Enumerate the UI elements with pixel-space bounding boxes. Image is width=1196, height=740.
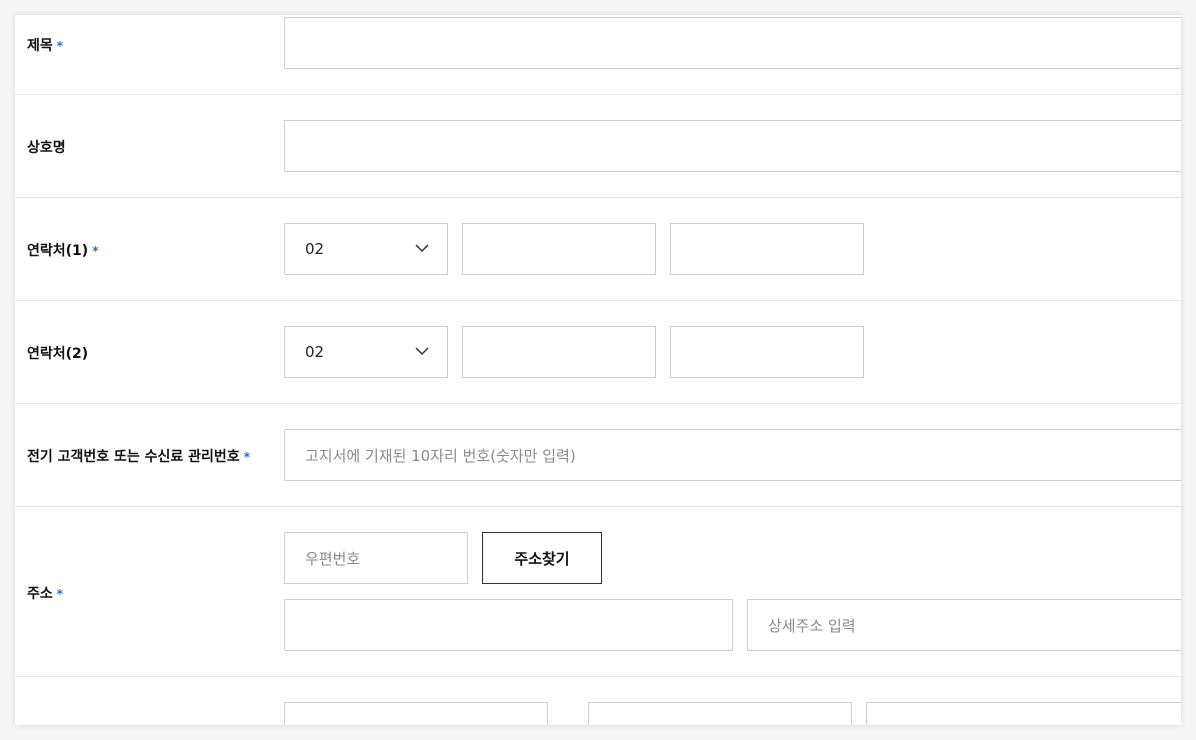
postcode-input[interactable]: 우편번호 bbox=[284, 532, 468, 584]
required-mark: * bbox=[56, 39, 64, 53]
contact2-label-text: 연락처(2) bbox=[27, 346, 89, 362]
postcode-placeholder: 우편번호 bbox=[305, 549, 361, 568]
row-contact1: 연락처(1) * 02 bbox=[15, 198, 1181, 301]
company-input[interactable] bbox=[284, 120, 1181, 172]
address-search-button[interactable]: 주소찾기 bbox=[482, 532, 602, 584]
row-contact2: 연락처(2) 02 bbox=[15, 301, 1181, 404]
contact2-middle-input[interactable] bbox=[462, 326, 656, 378]
detail-address-input[interactable]: 상세주소 입력 bbox=[747, 599, 1181, 651]
detail-address-placeholder: 상세주소 입력 bbox=[768, 616, 856, 635]
customer-no-label-text: 전기 고객번호 또는 수신료 관리번호 bbox=[27, 449, 240, 465]
required-mark: * bbox=[56, 587, 64, 601]
email-domain-input[interactable] bbox=[588, 702, 852, 725]
title-input[interactable] bbox=[284, 17, 1181, 69]
title-label: 제목 * bbox=[27, 35, 63, 55]
email-domain-select[interactable] bbox=[866, 702, 1181, 725]
company-label: 상호명 bbox=[27, 137, 66, 157]
chevron-down-icon bbox=[415, 244, 429, 253]
base-address-input[interactable] bbox=[284, 599, 733, 651]
contact1-label: 연락처(1) * bbox=[27, 240, 98, 260]
customer-no-input[interactable]: 고지서에 기재된 10자리 번호(숫자만 입력) bbox=[284, 429, 1181, 481]
contact1-middle-input[interactable] bbox=[462, 223, 656, 275]
contact1-area-select[interactable]: 02 bbox=[284, 223, 448, 275]
title-label-text: 제목 bbox=[27, 38, 53, 54]
contact2-last-input[interactable] bbox=[670, 326, 864, 378]
address-search-button-label: 주소찾기 bbox=[514, 549, 570, 568]
contact1-area-value: 02 bbox=[305, 240, 325, 258]
chevron-down-icon bbox=[415, 347, 429, 356]
row-email-partial bbox=[15, 677, 1181, 725]
customer-no-placeholder: 고지서에 기재된 10자리 번호(숫자만 입력) bbox=[305, 446, 576, 465]
required-mark: * bbox=[92, 244, 99, 258]
row-title: 제목 * bbox=[15, 15, 1181, 95]
address-label-text: 주소 bbox=[27, 586, 53, 602]
row-company: 상호명 bbox=[15, 95, 1181, 198]
company-label-text: 상호명 bbox=[27, 140, 66, 156]
row-customer-no: 전기 고객번호 또는 수신료 관리번호 * 고지서에 기재된 10자리 번호(숫자… bbox=[15, 404, 1181, 507]
contact2-area-select[interactable]: 02 bbox=[284, 326, 448, 378]
form-panel: 제목 * 상호명 연락처(1) * 02 연락처(2) 02 전기 고객번호 또… bbox=[15, 15, 1181, 725]
customer-no-label: 전기 고객번호 또는 수신료 관리번호 * bbox=[27, 446, 250, 466]
contact2-area-value: 02 bbox=[305, 343, 325, 361]
contact1-label-text: 연락처(1) bbox=[27, 243, 89, 259]
contact2-label: 연락처(2) bbox=[27, 343, 88, 363]
email-id-input[interactable] bbox=[284, 702, 548, 725]
address-label: 주소 * bbox=[27, 583, 63, 603]
required-mark: * bbox=[243, 450, 250, 464]
contact1-last-input[interactable] bbox=[670, 223, 864, 275]
row-address: 주소 * 우편번호 주소찾기 상세주소 입력 bbox=[15, 507, 1181, 677]
